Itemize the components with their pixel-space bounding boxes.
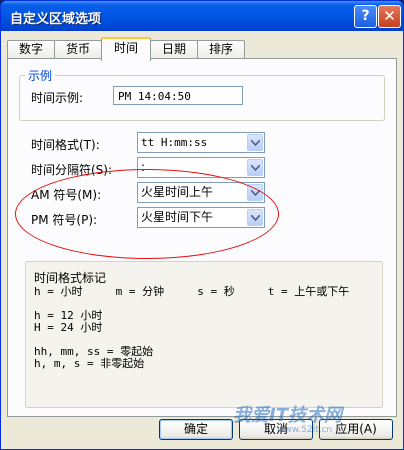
time-format-combo[interactable]: tt H:mm:ss <box>137 132 265 153</box>
close-button[interactable]: ✕ <box>378 5 401 28</box>
time-example-label: 时间示例: <box>31 91 84 105</box>
window-title: 自定义区域选项 <box>10 12 102 27</box>
help-button[interactable]: ? <box>354 5 377 28</box>
time-separator-combo[interactable]: : <box>137 157 265 178</box>
apply-button[interactable]: 应用(A) <box>319 419 393 440</box>
format-notes-box: 时间格式标记 h = 小时 m = 分钟 s = 秒 t = 上午或下午 h =… <box>25 261 383 408</box>
title-bar[interactable]: 自定义区域选项 ? ✕ <box>1 1 403 31</box>
dialog-window: 自定义区域选项 ? ✕ 数字 货币 时间 日期 排序 示例 时间示例: PM 1… <box>0 0 404 450</box>
time-example-field: PM 14:04:50 <box>113 86 243 105</box>
time-format-value: tt H:mm:ss <box>141 136 208 149</box>
chevron-down-icon[interactable] <box>247 159 263 176</box>
tab-currency[interactable]: 货币 <box>54 40 102 59</box>
notes-line: h, m, s = 非零起始 <box>34 357 145 370</box>
chevron-down-icon[interactable] <box>247 134 263 151</box>
tab-sort[interactable]: 排序 <box>197 40 245 59</box>
chevron-down-icon[interactable] <box>247 209 263 226</box>
pm-symbol-value: 火星时间下午 <box>141 210 214 224</box>
notes-line: h = 小时 m = 分钟 s = 秒 t = 上午或下午 <box>34 285 350 298</box>
ok-button[interactable]: 确定 <box>159 419 233 440</box>
time-separator-value: : <box>141 160 146 174</box>
tab-date[interactable]: 日期 <box>150 40 198 59</box>
am-symbol-combo[interactable]: 火星时间上午 <box>137 182 265 203</box>
tab-numbers[interactable]: 数字 <box>7 40 55 59</box>
cancel-button[interactable]: 取消 <box>239 419 313 440</box>
chevron-down-icon[interactable] <box>247 184 263 201</box>
example-legend: 示例 <box>25 67 56 84</box>
am-symbol-label: AM 符号(M): <box>31 188 102 202</box>
am-symbol-value: 火星时间上午 <box>141 185 214 199</box>
time-separator-label: 时间分隔符(S): <box>31 163 113 177</box>
time-format-label: 时间格式(T): <box>31 138 100 152</box>
tab-time[interactable]: 时间 <box>101 37 151 61</box>
notes-line: H = 24 小时 <box>34 321 103 334</box>
pm-symbol-combo[interactable]: 火星时间下午 <box>137 207 265 228</box>
pm-symbol-label: PM 符号(P): <box>31 213 98 227</box>
